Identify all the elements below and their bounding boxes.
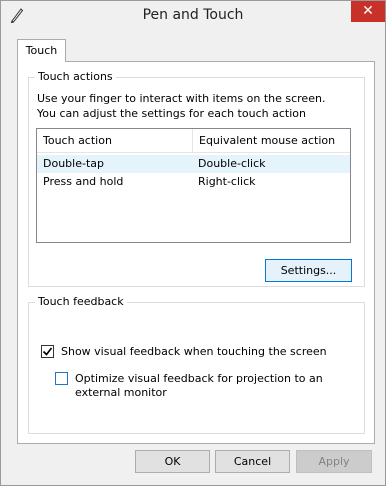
close-button[interactable]: ✕ bbox=[351, 1, 385, 22]
touch-action-cell: Press and hold bbox=[43, 175, 124, 188]
touch-feedback-label: Touch feedback bbox=[35, 295, 127, 308]
touch-actions-list[interactable]: Touch action Equivalent mouse action Dou… bbox=[36, 128, 351, 243]
settings-button[interactable]: Settings... bbox=[265, 259, 352, 282]
tab-touch[interactable]: Touch bbox=[17, 39, 66, 62]
optimize-projection-label: Optimize visual feedback for projection … bbox=[75, 372, 323, 399]
checkbox-box[interactable] bbox=[55, 372, 68, 385]
show-visual-feedback-checkbox[interactable]: Show visual feedback when touching the s… bbox=[41, 344, 361, 360]
optimize-projection-checkbox[interactable]: Optimize visual feedback for projection … bbox=[55, 371, 355, 403]
title-bar[interactable]: Pen and Touch ✕ bbox=[1, 1, 385, 31]
list-header: Touch action Equivalent mouse action bbox=[37, 129, 350, 153]
window-title: Pen and Touch bbox=[142, 7, 244, 23]
cancel-button[interactable]: Cancel bbox=[215, 450, 290, 473]
show-visual-feedback-label: Show visual feedback when touching the s… bbox=[61, 345, 327, 358]
touch-actions-label: Touch actions bbox=[35, 70, 116, 83]
touch-tab-panel: Touch actions Use your finger to interac… bbox=[17, 61, 375, 444]
touch-actions-group: Touch actions Use your finger to interac… bbox=[28, 70, 365, 287]
column-header-touch-action[interactable]: Touch action bbox=[37, 129, 192, 153]
checkmark-icon bbox=[42, 347, 53, 356]
mouse-action-cell: Right-click bbox=[198, 175, 256, 188]
touch-action-cell: Double-tap bbox=[43, 157, 104, 170]
ok-button[interactable]: OK bbox=[135, 450, 210, 473]
column-header-mouse-action[interactable]: Equivalent mouse action bbox=[192, 129, 350, 153]
dialog-client: Touch Touch actions Use your finger to i… bbox=[9, 32, 378, 479]
list-item[interactable]: Double-tap Double-click bbox=[37, 155, 350, 173]
checkbox-box[interactable] bbox=[41, 345, 54, 358]
touch-actions-description: Use your finger to interact with items o… bbox=[37, 92, 326, 120]
touch-feedback-group: Touch feedback Show visual feedback when… bbox=[28, 295, 365, 434]
apply-button[interactable]: Apply bbox=[296, 450, 372, 473]
pen-and-touch-window: Pen and Touch ✕ Touch Touch actions Use … bbox=[0, 0, 386, 486]
mouse-action-cell: Double-click bbox=[198, 157, 266, 170]
list-item[interactable]: Press and hold Right-click bbox=[37, 173, 350, 191]
close-icon: ✕ bbox=[362, 3, 374, 19]
